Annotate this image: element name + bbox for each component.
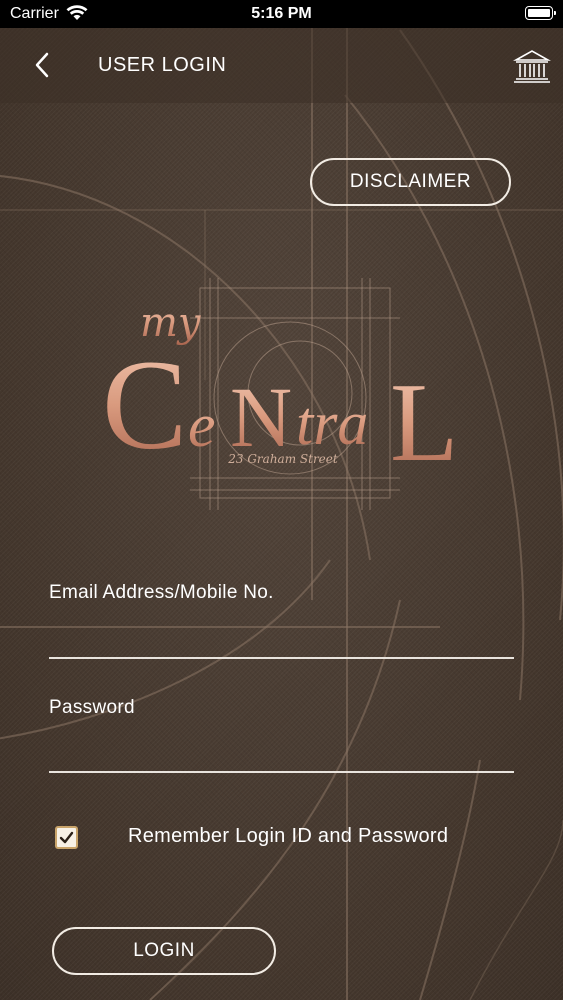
svg-text:L: L — [390, 361, 458, 485]
login-screen: Carrier 5:16 PM USER LOGIN DISCLAIMER my… — [0, 0, 563, 1000]
page-title: USER LOGIN — [98, 54, 227, 76]
password-field[interactable] — [49, 734, 518, 770]
remember-label[interactable]: Remember Login ID and Password — [128, 825, 448, 848]
my-central-logo: my C e N tra L — [102, 278, 458, 510]
password-label: Password — [49, 697, 135, 718]
status-bar: Carrier 5:16 PM — [0, 0, 563, 28]
disclaimer-button[interactable]: DISCLAIMER — [310, 158, 511, 206]
email-underline — [49, 657, 514, 659]
remember-checkbox[interactable] — [55, 826, 78, 849]
battery-icon — [525, 6, 556, 20]
status-time: 5:16 PM — [251, 5, 312, 22]
email-label: Email Address/Mobile No. — [49, 582, 274, 603]
checkmark-icon — [59, 831, 74, 844]
login-button[interactable]: LOGIN — [52, 927, 276, 975]
nav-bar: USER LOGIN — [0, 28, 563, 103]
svg-text:tra: tra — [296, 390, 368, 458]
svg-text:C: C — [102, 334, 187, 476]
email-field[interactable] — [49, 620, 518, 656]
chevron-left-icon[interactable] — [28, 50, 58, 80]
building-icon[interactable] — [513, 48, 551, 84]
logo-tagline: 23 Graham Street — [228, 452, 338, 466]
password-underline — [49, 771, 514, 773]
svg-text:e: e — [188, 392, 216, 460]
svg-text:N: N — [230, 369, 292, 465]
